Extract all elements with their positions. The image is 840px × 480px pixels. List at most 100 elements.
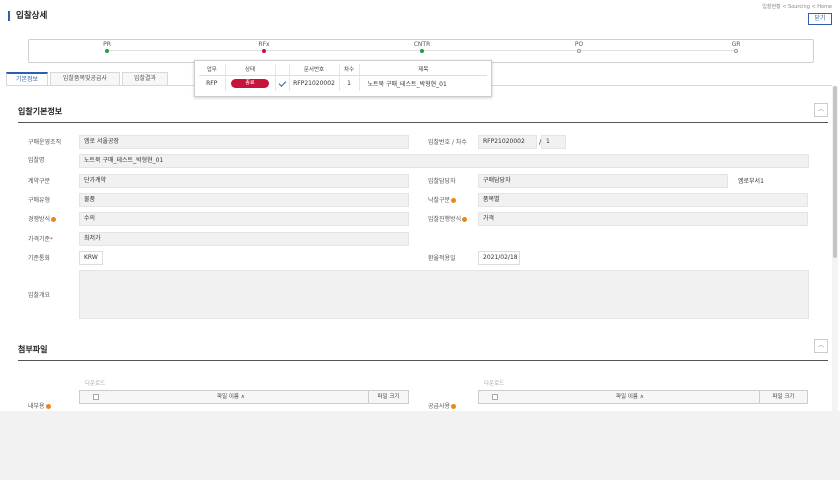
step-dot (734, 49, 738, 53)
step-label: CNTR (413, 41, 431, 48)
file-size-header: 파일 크기 (759, 391, 807, 403)
step-dot (262, 49, 266, 53)
step-po[interactable]: PO (549, 40, 609, 53)
col-header-status: 상태 (225, 64, 276, 76)
step-label: PR (103, 41, 111, 48)
fx-date-label: 환율적용일 (428, 255, 456, 262)
content-scrollbar[interactable] (832, 86, 838, 411)
step-cntr[interactable]: CNTR (392, 40, 452, 53)
section-divider (18, 122, 828, 123)
tab-bid-result[interactable]: 입찰결과 (122, 72, 168, 85)
bid-detail-page: 입찰현황 < Sourcing < Home 입찰상세 닫기 PR RFx CN… (0, 0, 840, 411)
progress-field: 가격 (478, 212, 808, 226)
chevron-up-icon: ︿ (817, 106, 824, 113)
table-row[interactable]: RFP 종료 RFP21020002 1 노트북 구매_테스트_박형현_01 (199, 75, 487, 91)
internal-download-label[interactable]: 다운로드 (85, 379, 105, 387)
required-mark: * (50, 237, 53, 243)
section-title-attachments: 첨부파일 (18, 345, 48, 354)
purchase-org-field: 엠로 서울공장 (79, 135, 409, 149)
col-header-check (275, 64, 290, 76)
cell-title: 노트북 구매_테스트_박형현_01 (367, 80, 447, 88)
progress-label-text: 입찰진행방식 (428, 216, 462, 223)
info-icon[interactable] (51, 217, 57, 222)
award-type-label: 낙찰구분 (428, 196, 457, 206)
currency-field: KRW (79, 251, 103, 265)
cell-doc-no[interactable]: RFP21020002 (289, 75, 340, 91)
currency-label: 기준통화 (28, 255, 51, 262)
award-type-field: 품목별 (478, 193, 808, 207)
step-label: PO (574, 41, 584, 48)
cell-task: RFP (199, 75, 226, 91)
external-file-table-header: 파일 이름 ∧ 파일 크기 (478, 390, 808, 404)
info-icon[interactable] (451, 404, 457, 409)
tab-items-suppliers[interactable]: 입찰품목및공급사 (50, 72, 120, 85)
step-rfx[interactable]: RFx (234, 40, 294, 53)
status-badge: 종료 (231, 78, 269, 88)
file-name-header[interactable]: 파일 이름 ∧ (616, 391, 644, 403)
contract-type-field: 단가계약 (79, 174, 409, 188)
competition-label: 경쟁방식 (28, 215, 57, 225)
cell-check (275, 75, 290, 91)
file-name-header[interactable]: 파일 이름 ∧ (217, 391, 245, 403)
fx-date-field: 2021/02/18 (478, 251, 520, 265)
section-divider (18, 360, 828, 361)
purchase-org-label: 구매운영조직 (28, 139, 62, 146)
col-header-round: 차수 (339, 64, 360, 76)
cell-round: 1 (339, 75, 360, 91)
info-icon[interactable] (462, 217, 468, 222)
internal-file-table-header: 파일 이름 ∧ 파일 크기 (79, 390, 409, 404)
bid-no-field: RFP21020002 (478, 135, 537, 149)
tab-basic-info[interactable]: 기본정보 (6, 72, 48, 85)
overview-label: 입찰개요 (28, 292, 51, 299)
step-label: GR (731, 41, 741, 48)
close-button[interactable]: 닫기 (808, 13, 832, 25)
price-basis-label-text: 가격기준 (28, 236, 51, 243)
competition-field: 수의 (79, 212, 409, 226)
bid-name-field: 노트북 구매_테스트_박형현_01 (79, 154, 809, 168)
external-attachment-label: 공급사용 (428, 402, 457, 411)
collapse-attachments-button[interactable]: ︿ (814, 339, 828, 353)
breadcrumb: 입찰현황 < Sourcing < Home (762, 4, 832, 10)
bid-no-label: 입찰번호 / 차수 (428, 139, 467, 146)
col-header-task: 업무 (199, 64, 226, 76)
col-header-title: 제목 (359, 64, 487, 76)
page-title: 입찰상세 (8, 11, 47, 21)
purchase-type-field: 물품 (79, 193, 409, 207)
chevron-up-icon: ︿ (817, 342, 824, 349)
purchase-type-label: 구매유형 (28, 197, 51, 204)
internal-attachment-label: 내부용 (28, 402, 51, 411)
cell-status: 종료 (225, 75, 276, 91)
step-gr[interactable]: GR (706, 40, 766, 53)
external-download-label[interactable]: 다운로드 (484, 379, 504, 387)
step-dot (577, 49, 581, 53)
rfx-document-popup: 업무 상태 문서번호 차수 제목 RFP 종료 RFP21020002 1 노트… (194, 60, 492, 97)
bid-name-label: 입찰명 (28, 157, 45, 164)
collapse-basic-info-button[interactable]: ︿ (814, 103, 828, 117)
manager-label: 입찰담당자 (428, 178, 456, 185)
select-all-checkbox[interactable] (492, 394, 498, 400)
scrollbar-thumb[interactable] (833, 86, 837, 258)
progress-label: 입찰진행방식 (428, 215, 468, 225)
check-icon (278, 78, 286, 87)
step-dot (420, 49, 424, 53)
external-attachment-label-text: 공급사용 (428, 403, 451, 410)
step-pr[interactable]: PR (77, 40, 137, 53)
manager-field: 구매담당자 (478, 174, 728, 188)
info-icon[interactable] (451, 198, 457, 203)
manager-dept: 엠로부서1 (738, 178, 764, 185)
info-icon[interactable] (45, 404, 51, 409)
round-field: 1 (541, 135, 566, 149)
col-header-doc-no: 문서번호 (289, 64, 340, 76)
competition-label-text: 경쟁방식 (28, 216, 51, 223)
overview-textarea (79, 270, 809, 319)
select-all-checkbox[interactable] (93, 394, 99, 400)
step-label: RFx (258, 41, 270, 48)
price-basis-field: 최저가 (79, 232, 409, 246)
contract-type-label: 계약구분 (28, 178, 51, 185)
rfx-document-table: 업무 상태 문서번호 차수 제목 RFP 종료 RFP21020002 1 노트… (199, 64, 487, 91)
section-title-basic-info: 입찰기본정보 (18, 107, 63, 116)
step-dot (105, 49, 109, 53)
price-basis-label: 가격기준* (28, 235, 53, 245)
file-size-header: 파일 크기 (368, 391, 408, 403)
internal-attachment-label-text: 내부용 (28, 403, 45, 410)
